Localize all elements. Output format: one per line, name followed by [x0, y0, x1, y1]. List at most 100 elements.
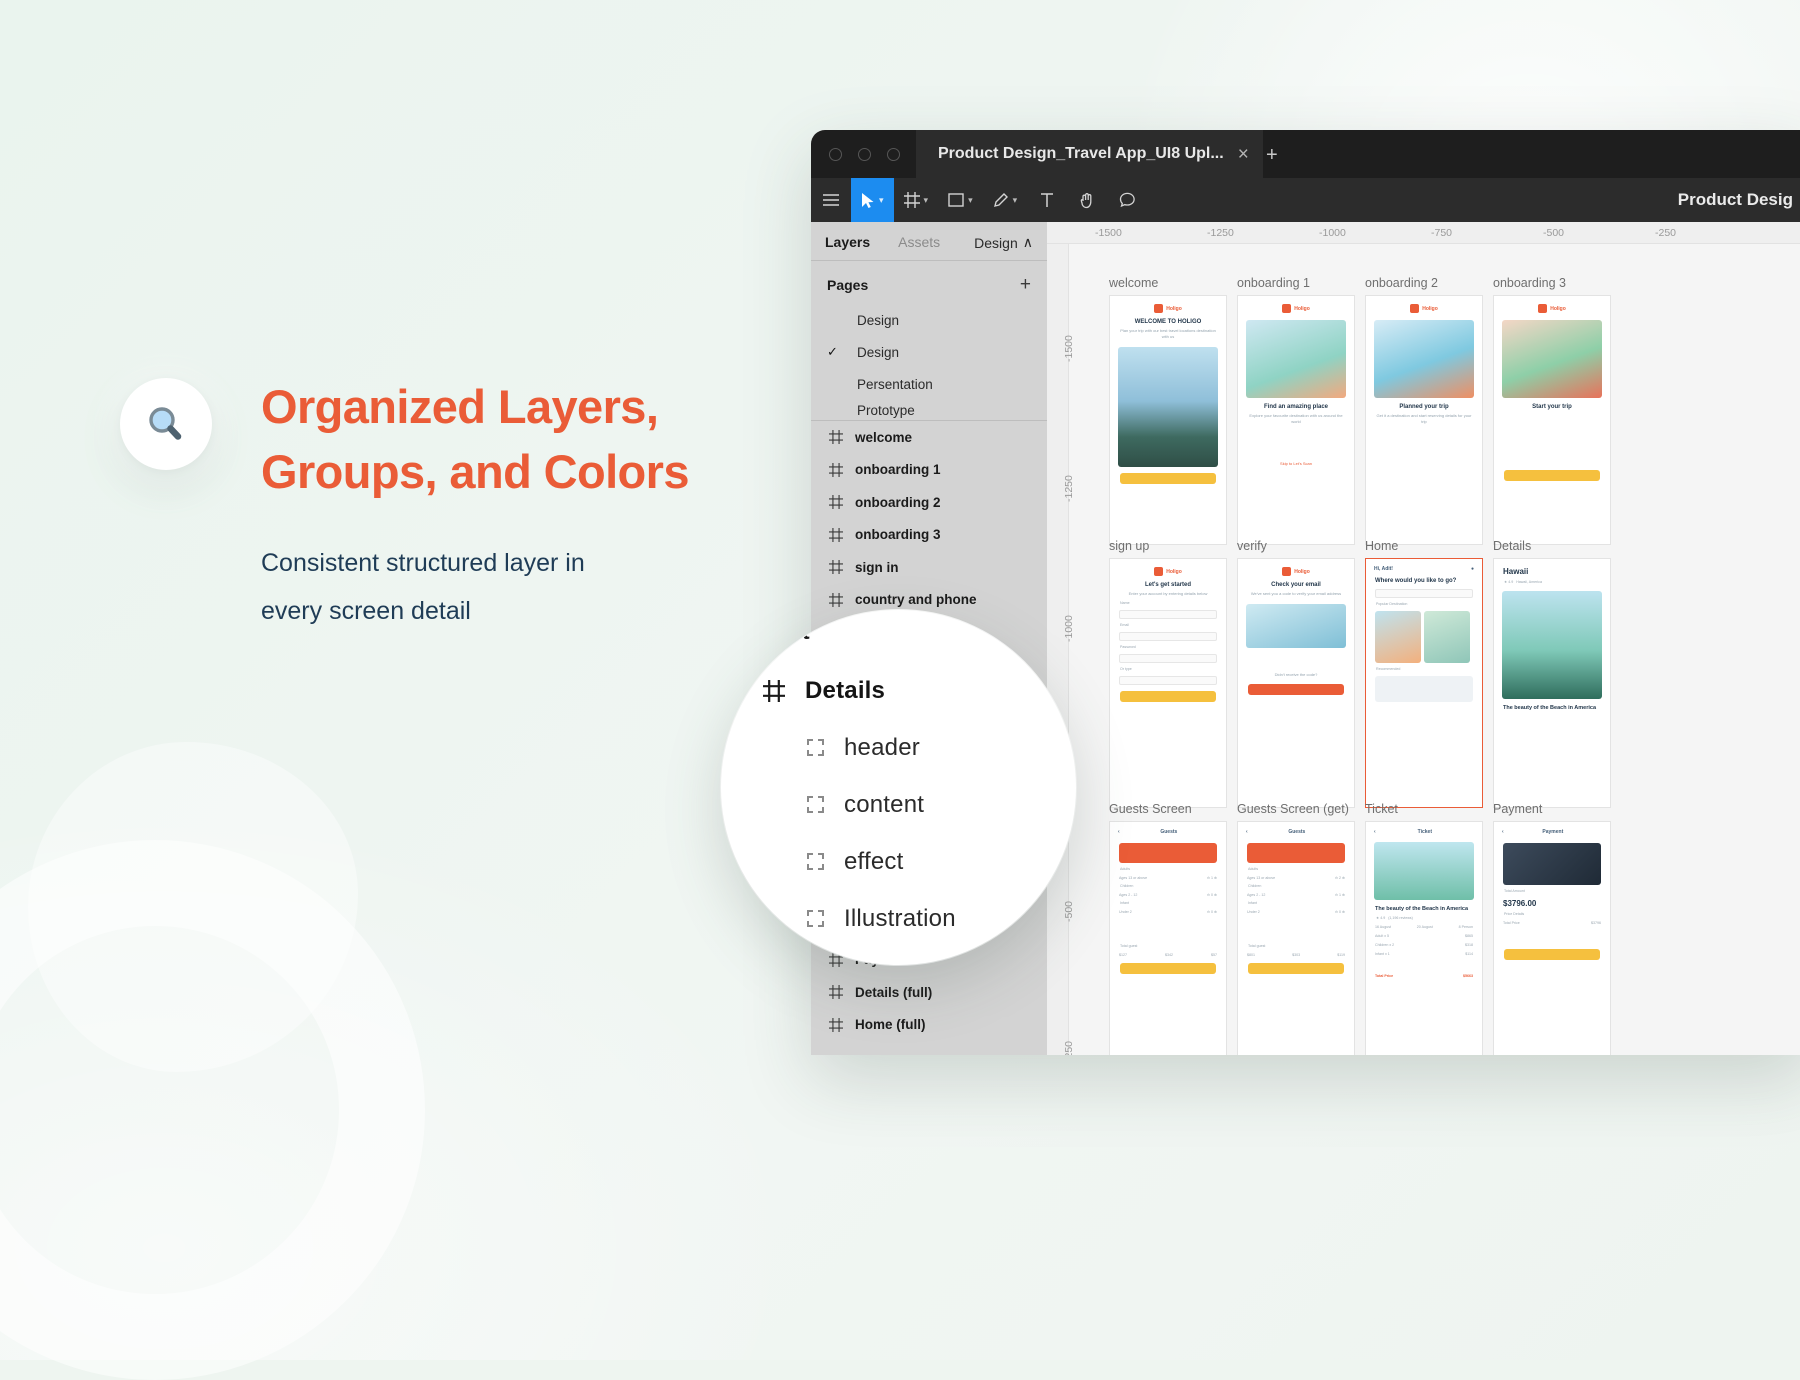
frame-ticket[interactable]: Ticket ‹ Ticket The beauty of the Beach i…	[1365, 802, 1483, 1055]
page-item-design-2[interactable]: ✓ Design	[811, 336, 1047, 368]
layer-item-onboarding-2[interactable]: onboarding 2	[811, 486, 1047, 519]
frame-body[interactable]: Hi, Adit! ● Where would you like to go? P…	[1365, 558, 1483, 808]
frame-onboarding-2[interactable]: onboarding 2 Holigo Planned your trip Ge…	[1365, 276, 1483, 545]
frame-payment[interactable]: Payment ‹ Payment Total Amount $3796.00 P…	[1493, 802, 1611, 1055]
magnified-layer-details[interactable]: Details	[763, 662, 1076, 719]
tab-layers[interactable]: Layers	[825, 234, 870, 250]
recommended-card[interactable]	[1375, 676, 1473, 702]
app-logo: Holigo	[1238, 559, 1354, 576]
layer-item-welcome[interactable]: welcome	[811, 421, 1047, 454]
frame-illustration	[1118, 347, 1218, 467]
text-tool-button[interactable]	[1027, 178, 1067, 222]
move-tool-button[interactable]: ▾	[851, 178, 894, 222]
frame-cta-button[interactable]	[1504, 470, 1600, 481]
figma-canvas[interactable]: -1500 -1250 -1000 -750 -500 -250 -1500 -…	[1047, 222, 1800, 1055]
ticket-caption: The beauty of the Beach in America	[1375, 906, 1469, 912]
chevron-up-icon: ∧	[1022, 234, 1033, 250]
layer-item-sign-in[interactable]: sign in	[811, 551, 1047, 584]
canvas-board[interactable]: welcome Holigo WELCOME TO HOLIGO Plan yo…	[1069, 244, 1800, 1055]
ruler-tick: -500	[1543, 226, 1565, 239]
frame-verify[interactable]: verify Holigo Check your email We've sen…	[1237, 539, 1355, 808]
frame-guests-screen[interactable]: Guests Screen ‹ Guests Adults Ages 13 or …	[1109, 802, 1227, 1055]
pay-button[interactable]	[1504, 949, 1600, 960]
page-item-prototype[interactable]: Prototype	[811, 400, 1047, 420]
magnified-layer-content[interactable]: content	[763, 776, 1076, 833]
frame-body[interactable]: ‹ Guests Adults Ages 13 or above ⊖ 2 ⊕ Chi…	[1237, 821, 1355, 1055]
magnified-layer-label: content	[844, 790, 925, 818]
frame-skip-link[interactable]: Skip to Let's Scan	[1246, 461, 1346, 467]
type-input[interactable]	[1119, 676, 1217, 685]
frame-body[interactable]: Holigo Let's get started Enter your acco…	[1109, 558, 1227, 808]
frame-body[interactable]: ‹ Guests Adults Ages 13 or above ⊖ 1 ⊕ Chi…	[1109, 821, 1227, 1055]
email-input[interactable]	[1119, 632, 1217, 641]
magnified-layer-illustration[interactable]: Illustration	[763, 890, 1076, 947]
frame-body[interactable]: Holigo WELCOME TO HOLIGO Plan your trip …	[1109, 295, 1227, 545]
confirm-button[interactable]	[1248, 963, 1344, 974]
layer-item-home-full[interactable]: Home (full)	[811, 1009, 1047, 1042]
frame-sign-up[interactable]: sign up Holigo Let's get started Enter y…	[1109, 539, 1227, 808]
verify-button[interactable]	[1248, 684, 1344, 695]
frame-body[interactable]: Holigo Planned your trip Get it a destin…	[1365, 295, 1483, 545]
layer-item-onboarding-1[interactable]: onboarding 1	[811, 454, 1047, 487]
frame-subtitle: Plan your trip with our best travel loca…	[1120, 328, 1216, 339]
comment-tool-button[interactable]	[1107, 178, 1147, 222]
frame-welcome[interactable]: welcome Holigo WELCOME TO HOLIGO Plan yo…	[1109, 276, 1227, 545]
confirm-button[interactable]	[1120, 963, 1216, 974]
adults-stepper[interactable]: Ages 13 or above ⊖ 2 ⊕	[1247, 876, 1345, 880]
page-item-design-1[interactable]: Design	[811, 304, 1047, 336]
magnified-layer-header[interactable]: header	[763, 719, 1076, 776]
page-item-persentation[interactable]: Persentation	[811, 368, 1047, 400]
frame-body[interactable]: Holigo Check your email We've sent you a…	[1237, 558, 1355, 808]
frame-body[interactable]: ‹ Payment Total Amount $3796.00 Price Det…	[1493, 821, 1611, 1055]
destination-card[interactable]	[1424, 611, 1470, 663]
window-controls[interactable]	[811, 147, 900, 161]
close-icon[interactable]: ×	[1238, 145, 1249, 164]
frame-onboarding-1[interactable]: onboarding 1 Holigo Find an amazing plac…	[1237, 276, 1355, 545]
frame-guests-screen-get[interactable]: Guests Screen (get) ‹ Guests Adults Ages …	[1237, 802, 1355, 1055]
hand-tool-button[interactable]	[1067, 178, 1107, 222]
frame-icon	[829, 430, 843, 445]
tab-assets[interactable]: Assets	[898, 234, 940, 250]
adults-stepper[interactable]: Ages 13 or above ⊖ 1 ⊕	[1119, 876, 1217, 880]
password-input[interactable]	[1119, 654, 1217, 663]
search-input[interactable]	[1375, 589, 1473, 598]
destination-cards[interactable]	[1375, 611, 1473, 663]
frame-body[interactable]: ‹ Ticket The beauty of the Beach in Ameri…	[1365, 821, 1483, 1055]
magnified-layer-effect[interactable]: effect	[763, 833, 1076, 890]
shape-tool-button[interactable]: ▾	[938, 178, 983, 222]
frame-icon	[829, 592, 843, 607]
design-dropdown[interactable]: Design ∧	[974, 234, 1033, 251]
maximize-window-button[interactable]	[887, 147, 900, 161]
minimize-window-button[interactable]	[858, 147, 871, 161]
frame-tool-button[interactable]: ▾	[894, 178, 939, 222]
close-window-button[interactable]	[829, 147, 842, 161]
ticket-meta: ★ 4.9 (1,196 reviews)	[1376, 916, 1413, 920]
document-tab[interactable]: Product Design_Travel App_UI8 Upl... ×	[916, 130, 1263, 178]
main-menu-button[interactable]	[811, 178, 851, 222]
figma-toolbar: ▾ ▾ ▾ ▾ Product Desig	[811, 178, 1800, 222]
subcopy-line-1: Consistent structured layer in	[261, 548, 585, 577]
frame-label: Guests Screen	[1109, 802, 1192, 816]
layer-item-onboarding-3[interactable]: onboarding 3	[811, 519, 1047, 552]
name-input[interactable]	[1119, 610, 1217, 619]
pen-tool-button[interactable]: ▾	[983, 178, 1028, 222]
destination-card[interactable]	[1375, 611, 1421, 663]
children-stepper[interactable]: Ages 2 - 12 ⊖ 1 ⊕	[1247, 893, 1345, 897]
frame-body[interactable]: Holigo Find an amazing place Explore you…	[1237, 295, 1355, 545]
document-tab-title: Product Design_Travel App_UI8 Upl...	[938, 145, 1224, 162]
frame-cta-button[interactable]	[1120, 473, 1216, 484]
layer-item-details-full[interactable]: Details (full)	[811, 976, 1047, 1009]
frame-body[interactable]: Hawaii ★ 4.9 Hawaii, America The beauty …	[1493, 558, 1611, 808]
infant-stepper[interactable]: Under 2 ⊖ 0 ⊕	[1247, 910, 1345, 914]
frame-title: Guests	[1160, 829, 1178, 835]
sign-up-button[interactable]	[1120, 691, 1216, 702]
frame-body[interactable]: Holigo Start your trip	[1493, 295, 1611, 545]
frame-home[interactable]: Home Hi, Adit! ● Where would you like to …	[1365, 539, 1483, 808]
infant-stepper[interactable]: Under 2 ⊖ 0 ⊕	[1119, 910, 1217, 914]
add-page-button[interactable]: +	[1020, 275, 1031, 294]
children-stepper[interactable]: Ages 2 - 12 ⊖ 0 ⊕	[1119, 893, 1217, 897]
frame-details[interactable]: Details Hawaii ★ 4.9 Hawaii, America The…	[1493, 539, 1611, 808]
frame-icon	[903, 192, 920, 208]
new-tab-button[interactable]: +	[1266, 144, 1278, 167]
frame-onboarding-3[interactable]: onboarding 3 Holigo Start your trip	[1493, 276, 1611, 545]
